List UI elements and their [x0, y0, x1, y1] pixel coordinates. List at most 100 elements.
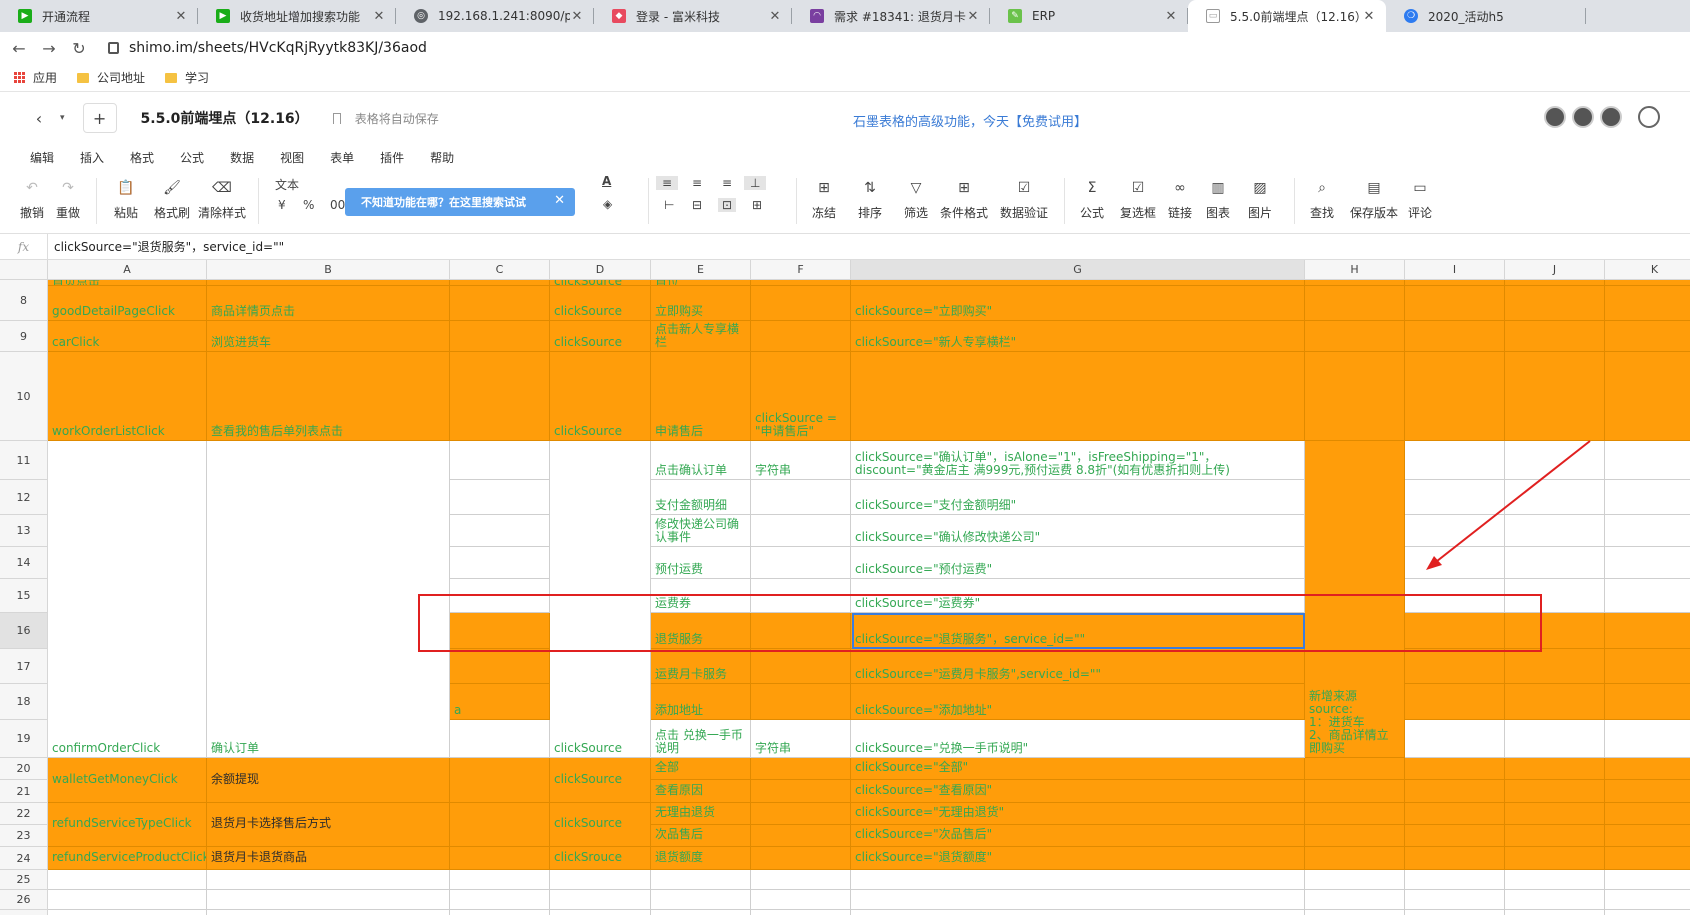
cell[interactable]: [751, 803, 851, 825]
cell[interactable]: [1405, 803, 1505, 825]
cell[interactable]: 次品售后: [651, 825, 751, 847]
cell[interactable]: clickSource: [550, 803, 651, 847]
row-header-16[interactable]: 16: [0, 613, 48, 649]
menu-form[interactable]: 表单: [330, 149, 354, 166]
cell[interactable]: [751, 847, 851, 870]
cell[interactable]: [1605, 515, 1690, 547]
row-header-11[interactable]: 11: [0, 441, 48, 480]
browser-tab[interactable]: ❍ 2020_活动h5: [1386, 0, 1586, 32]
cell[interactable]: [1605, 321, 1690, 352]
cell[interactable]: 浏览进货车: [207, 321, 450, 352]
row-header-23[interactable]: 23: [0, 825, 48, 847]
cell[interactable]: [1605, 870, 1690, 890]
cell[interactable]: [1505, 825, 1605, 847]
cell[interactable]: 余额提现: [207, 758, 450, 803]
cell[interactable]: [1605, 780, 1690, 803]
cell[interactable]: [1405, 613, 1505, 649]
column-header-e[interactable]: E: [651, 260, 751, 280]
percent-button[interactable]: %: [303, 198, 314, 212]
cell[interactable]: [450, 803, 550, 847]
freeze-button[interactable]: ⊞ 冻结: [812, 178, 836, 221]
conditional-format-button[interactable]: ⊞ 条件格式: [940, 178, 988, 221]
cell[interactable]: [550, 890, 651, 910]
close-icon[interactable]: ✕: [174, 9, 188, 24]
redo-button[interactable]: ↷ 重做: [56, 178, 80, 221]
cell[interactable]: [1405, 870, 1505, 890]
cell[interactable]: [1605, 649, 1690, 684]
cell[interactable]: [751, 825, 851, 847]
checkbox-button[interactable]: ☑ 复选框: [1120, 178, 1156, 221]
undo-button[interactable]: ↶ 撤销: [20, 178, 44, 221]
column-header-g[interactable]: G: [851, 260, 1305, 280]
cell[interactable]: clickSource: [550, 441, 651, 758]
cell[interactable]: [1405, 286, 1505, 321]
column-header-c[interactable]: C: [450, 260, 550, 280]
cell[interactable]: [550, 910, 651, 915]
cell[interactable]: [751, 286, 851, 321]
cell[interactable]: [450, 441, 550, 480]
cell[interactable]: [1605, 480, 1690, 515]
cell[interactable]: 退货月卡选择售后方式: [207, 803, 450, 847]
align-center-icon[interactable]: ≡: [692, 176, 702, 190]
promo-link[interactable]: 石墨表格的高级功能，今天【免费试用】: [853, 111, 1087, 130]
cell[interactable]: [1305, 870, 1405, 890]
close-icon[interactable]: ✕: [966, 9, 980, 24]
cell[interactable]: [1505, 803, 1605, 825]
cell[interactable]: [1405, 649, 1505, 684]
cell[interactable]: confirmOrderClick: [48, 441, 207, 758]
cell[interactable]: clickSource="立即购买": [851, 286, 1305, 321]
paste-button[interactable]: 📋 粘贴: [114, 178, 138, 221]
cell[interactable]: 无理由退货: [651, 803, 751, 825]
wrap-text-icon[interactable]: ⊡: [718, 198, 737, 212]
cell[interactable]: [1505, 480, 1605, 515]
merge-cells-icon[interactable]: ⊟: [692, 198, 702, 212]
cell[interactable]: 支付金额明细: [651, 480, 751, 515]
cell[interactable]: [1405, 441, 1505, 480]
cell[interactable]: [1405, 780, 1505, 803]
cell[interactable]: 退货额度: [651, 847, 751, 870]
search-tooltip[interactable]: 不知道功能在哪？在这里搜索试试 ✕: [345, 188, 575, 216]
cell[interactable]: [48, 870, 207, 890]
cell[interactable]: [1305, 847, 1405, 870]
cell[interactable]: clickSource: [550, 352, 651, 441]
cell[interactable]: [1505, 780, 1605, 803]
cell[interactable]: clickSrouce: [550, 847, 651, 870]
cell[interactable]: clickSource="次品售后": [851, 825, 1305, 847]
cell[interactable]: [1505, 847, 1605, 870]
cell[interactable]: refundServiceProductClick: [48, 847, 207, 870]
cell[interactable]: clickSource="预付运费": [851, 547, 1305, 579]
row-header-20[interactable]: 20: [0, 758, 48, 780]
cell[interactable]: [751, 480, 851, 515]
cell[interactable]: 预付运费: [651, 547, 751, 579]
cell[interactable]: [450, 847, 550, 870]
browser-tab[interactable]: ▶ 收货地址增加搜索功能 ✕: [198, 0, 396, 32]
cell[interactable]: [450, 515, 550, 547]
cell[interactable]: [1405, 352, 1505, 441]
cell[interactable]: [207, 890, 450, 910]
menu-view[interactable]: 视图: [280, 149, 304, 166]
cell[interactable]: [1605, 825, 1690, 847]
cell[interactable]: [1405, 720, 1505, 758]
cell[interactable]: clickSource="退货服务"，service_id="": [851, 613, 1305, 649]
row-header-15[interactable]: 15: [0, 579, 48, 613]
cell[interactable]: clickSource: [550, 321, 651, 352]
cell[interactable]: [450, 758, 550, 803]
bookmark-apps[interactable]: 应用: [14, 69, 57, 86]
cell[interactable]: 新增来源 source: 1：进货车 2、商品详情立即购买: [1305, 441, 1405, 758]
cell[interactable]: [1505, 515, 1605, 547]
new-document-button[interactable]: +: [82, 103, 117, 133]
cell[interactable]: [1605, 720, 1690, 758]
cell[interactable]: [48, 910, 207, 915]
close-icon[interactable]: ✕: [768, 9, 782, 24]
cell[interactable]: [48, 890, 207, 910]
row-header-19[interactable]: 19: [0, 720, 48, 758]
spreadsheet-grid[interactable]: ABCDEFGHIJK 8 9 10 11 12 13 14 15 16 17 18 19 20 21 22…: [0, 260, 1690, 915]
cell[interactable]: [450, 321, 550, 352]
cell[interactable]: [751, 547, 851, 579]
link-button[interactable]: ∞ 链接: [1168, 178, 1192, 221]
cell[interactable]: [751, 890, 851, 910]
comment-button[interactable]: ▭ 评论: [1408, 178, 1432, 221]
browser-tab[interactable]: ▶ 开通流程 ✕: [0, 0, 198, 32]
cell[interactable]: clickSource: [550, 758, 651, 803]
menu-plugins[interactable]: 插件: [380, 149, 404, 166]
